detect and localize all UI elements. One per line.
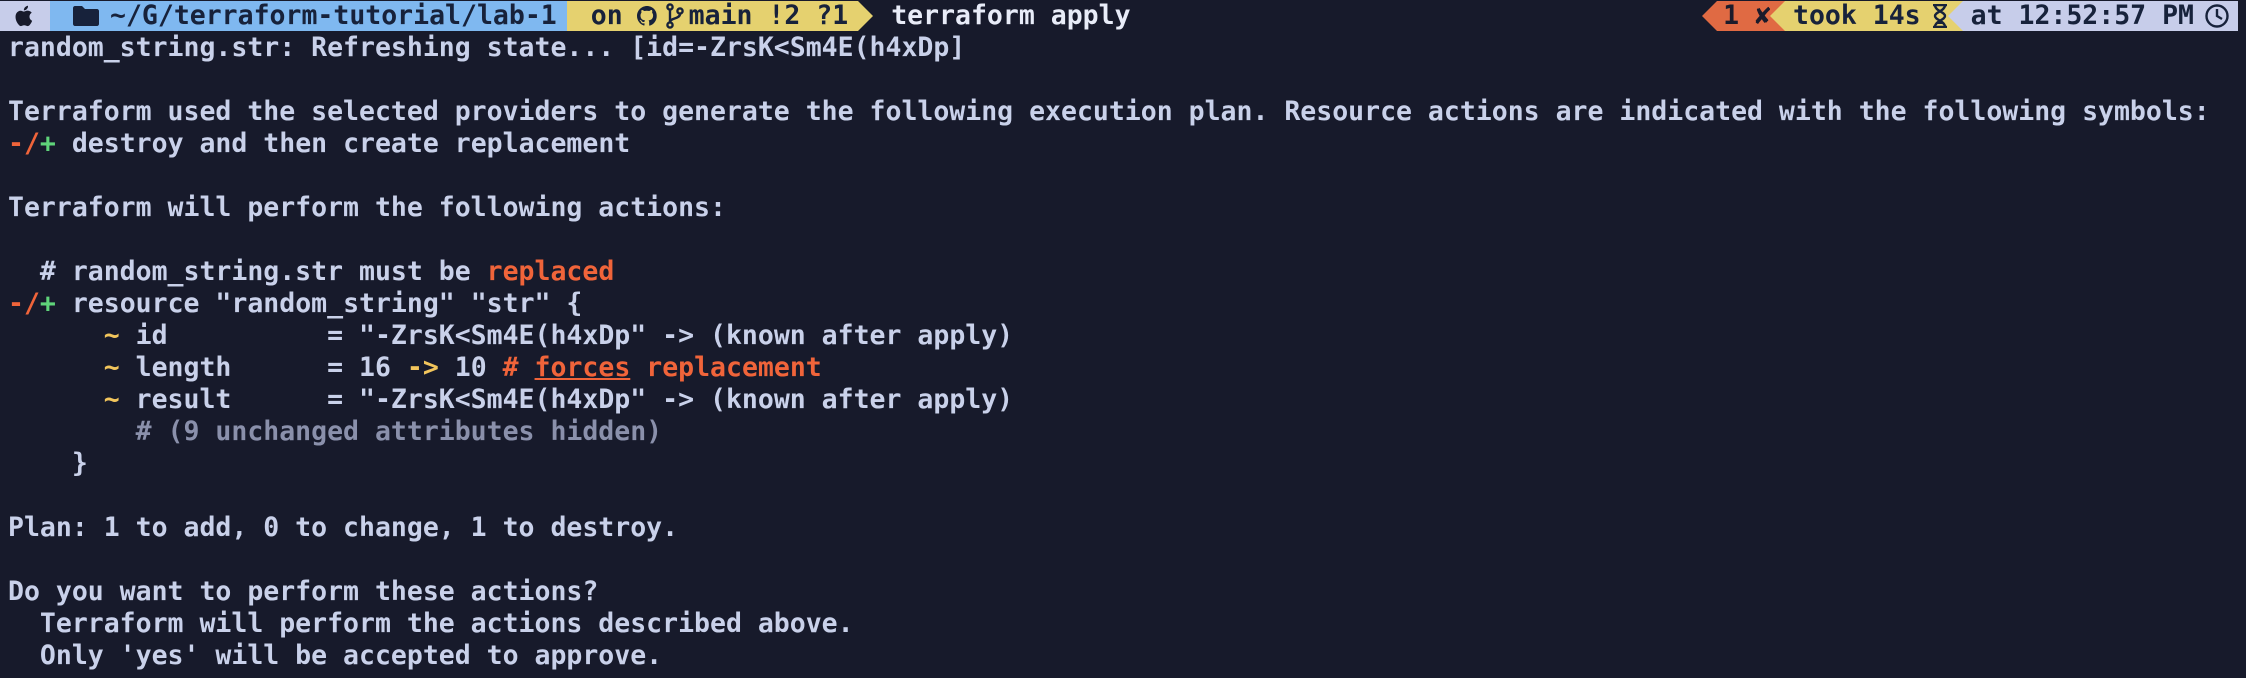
os-segment <box>0 1 50 31</box>
resource-declaration: -/+ resource "random_string" "str" { <box>8 288 2246 320</box>
duration-label: took 14s <box>1792 0 1921 31</box>
replacement-label: replacement <box>630 352 822 383</box>
on-label: on <box>590 0 623 31</box>
git-branch-status: main !2 ?1 <box>688 0 849 31</box>
segment-separator <box>1947 1 1963 31</box>
current-path: ~/G/terraform-tutorial/lab-1 <box>110 0 557 31</box>
comment-prefix: # random_string.str must be <box>8 256 487 287</box>
attr-length-line: ~ length = 16 -> 10 # forces replacement <box>8 352 2246 384</box>
confirm-detail: Terraform will perform the actions descr… <box>8 608 854 639</box>
attr-id-line: ~ id = "-ZrsK<Sm4E(h4xDp" -> (known afte… <box>8 320 2246 352</box>
duration-segment: took 14s <box>1784 0 1963 31</box>
refresh-line: random_string.str: Refreshing state... [… <box>8 32 966 63</box>
symbol-create: + <box>39 128 56 159</box>
comment-hash: # <box>502 352 535 383</box>
symbol-destroy: -/ <box>8 288 40 319</box>
plan-summary: Plan: 1 to add, 0 to change, 1 to destro… <box>8 512 679 543</box>
forces-label: forces <box>534 352 631 383</box>
symbol-legend: -/+ destroy and then create replacement <box>8 128 2246 160</box>
resource-decl: resource "random_string" "str" { <box>55 288 583 319</box>
segment-separator <box>1702 1 1718 31</box>
plan-intro: Terraform used the selected providers to… <box>8 96 2210 127</box>
segment-separator <box>1769 1 1785 31</box>
terminal-window[interactable]: ~/G/terraform-tutorial/lab-1 on main !2 … <box>0 0 2246 678</box>
clock-icon <box>2204 3 2230 29</box>
change-marker: ~ <box>8 352 120 383</box>
close-brace: } <box>8 448 88 479</box>
change-arrow: -> <box>406 352 439 383</box>
attr-length: length = 16 <box>119 352 407 383</box>
attr-result: result = "-ZrsK<Sm4E(h4xDp" -> (known af… <box>119 384 1014 415</box>
resource-comment: # random_string.str must be replaced <box>8 256 2246 288</box>
replaced-label: replaced <box>486 256 615 287</box>
github-icon <box>635 4 659 28</box>
unchanged-attrs: # (9 unchanged attributes hidden) <box>8 416 663 447</box>
git-segment: on main !2 ?1 <box>566 0 859 31</box>
hourglass-icon <box>1931 4 1949 28</box>
prompt-bar: ~/G/terraform-tutorial/lab-1 on main !2 … <box>0 0 2246 32</box>
symbol-description: destroy and then create replacement <box>55 128 631 159</box>
apple-icon <box>14 4 36 28</box>
confirm-question: Do you want to perform these actions? <box>8 576 599 607</box>
right-prompt: 1 ✘ took 14s at 12:52:57 PM <box>1702 0 2238 31</box>
confirm-detail: Only 'yes' will be accepted to approve. <box>8 640 663 671</box>
symbol-create: + <box>39 288 56 319</box>
time-label: at 12:52:57 PM <box>1970 0 2194 31</box>
change-marker: ~ <box>8 384 120 415</box>
attr-id: id = "-ZrsK<Sm4E(h4xDp" -> (known after … <box>119 320 1014 351</box>
git-branch-icon <box>665 3 685 29</box>
symbol-destroy: -/ <box>8 128 40 159</box>
attr-length-new: 10 <box>438 352 503 383</box>
segment-separator <box>858 1 874 31</box>
folder-icon <box>72 5 100 27</box>
command-input[interactable]: terraform apply <box>891 0 1130 32</box>
change-marker: ~ <box>8 320 120 351</box>
attr-result-line: ~ result = "-ZrsK<Sm4E(h4xDp" -> (known … <box>8 384 2246 416</box>
time-segment: at 12:52:57 PM <box>1962 0 2238 31</box>
directory-segment: ~/G/terraform-tutorial/lab-1 <box>50 0 567 31</box>
actions-header: Terraform will perform the following act… <box>8 192 726 223</box>
